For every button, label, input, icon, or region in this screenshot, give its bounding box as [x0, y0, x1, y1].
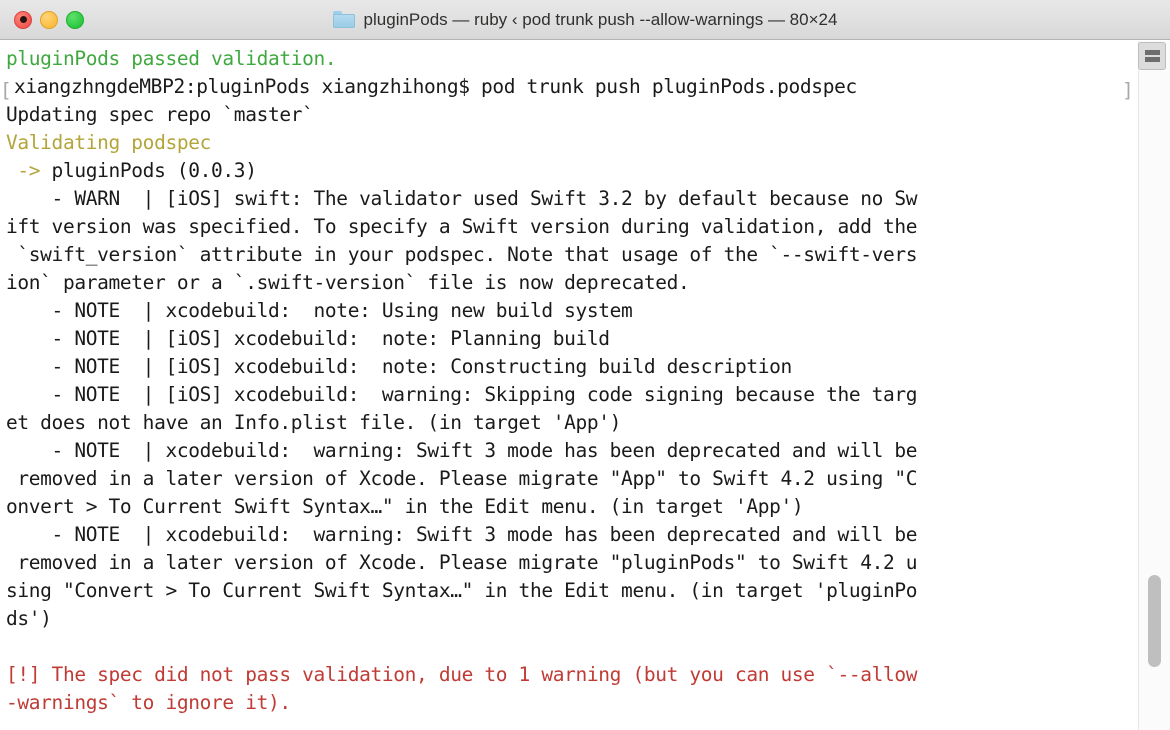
terminal-window: pluginPods — ruby ‹ pod trunk push --all… — [0, 0, 1170, 730]
terminal-line: Updating spec repo `master` — [6, 103, 314, 126]
terminal-line: - NOTE | [iOS] xcodebuild: note: Plannin… — [6, 327, 610, 350]
minimize-button[interactable] — [40, 10, 58, 29]
window-title-container: pluginPods — ruby ‹ pod trunk push --all… — [0, 0, 1170, 39]
terminal-line: pluginPods passed validation. — [6, 47, 337, 70]
terminal-line: onvert > To Current Swift Syntax…" in th… — [6, 495, 804, 518]
folder-icon — [332, 11, 355, 28]
terminal-line: Validating podspec — [6, 131, 212, 154]
window-title: pluginPods — ruby ‹ pod trunk push --all… — [363, 9, 838, 29]
window-titlebar: pluginPods — ruby ‹ pod trunk push --all… — [0, 0, 1170, 40]
terminal-line: -> pluginPods (0.0.3) — [17, 159, 257, 182]
terminal-line: removed in a later version of Xcode. Ple… — [6, 467, 918, 490]
window-controls — [0, 10, 84, 29]
arrow-glyph: -> — [17, 159, 41, 182]
split-pane-bar-bottom — [1144, 57, 1160, 62]
terminal-line: - NOTE | [iOS] xcodebuild: warning: Skip… — [6, 383, 918, 406]
terminal-line: - NOTE | [iOS] xcodebuild: note: Constru… — [6, 355, 793, 378]
terminal-line: ds') — [6, 607, 52, 630]
terminal-line: - NOTE | xcodebuild: warning: Swift 3 mo… — [6, 523, 918, 546]
terminal-line: - NOTE | xcodebuild: note: Using new bui… — [6, 299, 633, 322]
terminal-lines: pluginPods passed validation. xiangzhngde… — [6, 45, 1134, 717]
scrollbar-thumb[interactable] — [1148, 575, 1161, 667]
close-button[interactable] — [14, 10, 32, 29]
terminal-line: - NOTE | xcodebuild: warning: Swift 3 mo… — [6, 439, 918, 462]
terminal-line: ion` parameter or a `.swift-version` fil… — [6, 271, 690, 294]
split-pane-bar-top — [1144, 50, 1160, 55]
terminal-line: sing "Convert > To Current Swift Syntax…… — [6, 579, 918, 602]
vertical-scrollbar[interactable] — [1139, 70, 1170, 730]
terminal-line: removed in a later version of Xcode. Ple… — [6, 551, 918, 574]
terminal-line: et does not have an Info.plist file. (in… — [6, 411, 622, 434]
terminal-content-area[interactable]: [ ] pluginPods passed validation. xiangzh… — [0, 41, 1170, 730]
terminal-line: ift version was specified. To specify a … — [6, 215, 918, 238]
zoom-button[interactable] — [66, 10, 84, 29]
terminal-line: - WARN | [iOS] swift: The validator used… — [6, 187, 918, 210]
terminal-line: xiangzhngdeMBP2:pluginPods xiangzhihong$… — [14, 75, 857, 98]
terminal-line: [!] The spec did not pass validation, du… — [6, 663, 918, 686]
terminal-line: `swift_version` attribute in your podspe… — [6, 243, 918, 266]
terminal-line: -warnings` to ignore it). — [6, 691, 291, 714]
split-pane-icon[interactable] — [1138, 42, 1166, 70]
